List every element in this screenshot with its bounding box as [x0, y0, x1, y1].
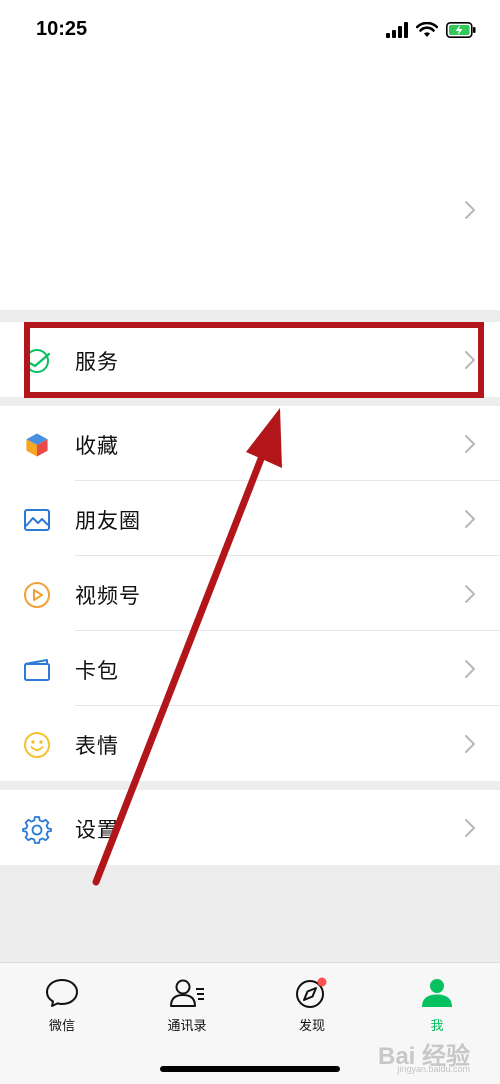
chevron-right-icon: [465, 819, 475, 837]
compass-icon: [296, 977, 327, 1008]
notification-badge: [317, 977, 327, 987]
chevron-right-icon: [465, 201, 475, 219]
menu-item-stickers[interactable]: 表情: [0, 706, 500, 781]
signal-icon: [386, 22, 408, 38]
contacts-icon: [170, 979, 204, 1007]
tab-label: 微信: [48, 1019, 75, 1034]
menu-item-label: 收藏: [75, 434, 119, 458]
chevron-right-icon: [465, 735, 475, 753]
sticker-smile-icon: [24, 732, 50, 758]
tab-chats[interactable]: 微信: [17, 977, 107, 1034]
menu-item-moments[interactable]: 朋友圈: [0, 481, 500, 556]
profile-header[interactable]: [0, 60, 500, 310]
gear-icon: [22, 816, 52, 844]
tab-me[interactable]: 我: [392, 977, 482, 1034]
menu-item-label: 朋友圈: [75, 509, 141, 533]
battery-charging-icon: [446, 22, 476, 38]
tab-label: 发现: [298, 1019, 325, 1034]
tab-label: 通讯录: [167, 1019, 207, 1034]
wifi-icon: [416, 22, 438, 37]
menu-item-channels[interactable]: 视频号: [0, 556, 500, 631]
status-time: 10:25: [36, 18, 88, 40]
favorites-cube-icon: [25, 432, 49, 458]
tab-label: 我: [430, 1019, 444, 1034]
status-bar: 10:25: [0, 0, 500, 60]
chevron-right-icon: [465, 435, 475, 453]
chevron-right-icon: [465, 585, 475, 603]
menu-item-label: 设置: [75, 818, 119, 842]
feature-group: 收藏 朋友圈 视频号 卡包 表情: [0, 406, 500, 781]
settings-group: 设置: [0, 790, 500, 865]
channels-play-icon: [24, 582, 50, 608]
chevron-right-icon: [465, 660, 475, 678]
tab-contacts[interactable]: 通讯录: [142, 977, 232, 1034]
menu-item-label: 视频号: [75, 584, 141, 608]
home-indicator: [160, 1066, 340, 1072]
menu-item-card-wallet[interactable]: 卡包: [0, 631, 500, 706]
menu-item-label: 卡包: [75, 659, 119, 683]
moments-photo-icon: [24, 509, 50, 531]
watermark-url: jingyan.baidu.com: [397, 1064, 470, 1074]
tab-discover[interactable]: 发现: [267, 977, 357, 1034]
menu-item-label: 表情: [75, 734, 119, 758]
chat-bubble-icon: [46, 979, 78, 1007]
card-wallet-icon: [24, 659, 50, 681]
menu-item-favorites[interactable]: 收藏: [0, 406, 500, 481]
highlight-box: [24, 322, 484, 398]
person-icon: [422, 979, 452, 1007]
chevron-right-icon: [465, 510, 475, 528]
menu-item-settings[interactable]: 设置: [0, 790, 500, 865]
status-icons: [386, 20, 476, 40]
